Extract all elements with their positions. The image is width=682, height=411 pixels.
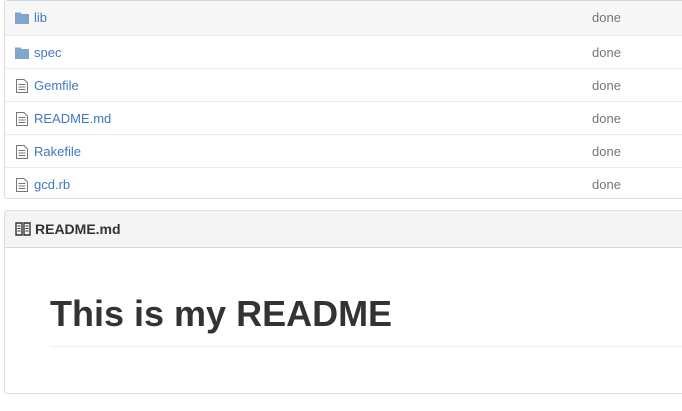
file-name-link[interactable]: gcd.rb bbox=[34, 176, 70, 193]
readme-title: README.md bbox=[35, 221, 121, 237]
file-status: done bbox=[592, 45, 621, 60]
file-name-link[interactable]: lib bbox=[34, 9, 47, 26]
file-row-rakefile[interactable]: Rakefile done bbox=[5, 134, 682, 167]
file-row-spec[interactable]: spec done bbox=[5, 35, 682, 68]
folder-icon bbox=[15, 12, 29, 24]
file-name-link[interactable]: Gemfile bbox=[34, 77, 79, 94]
file-name-link[interactable]: spec bbox=[34, 44, 61, 61]
file-icon bbox=[16, 178, 28, 192]
file-status: done bbox=[592, 144, 621, 159]
file-icon bbox=[16, 112, 28, 126]
file-row-lib[interactable]: lib done bbox=[5, 1, 682, 35]
readme-heading: This is my README bbox=[50, 293, 682, 347]
file-list: lib done spec done Gemfile done README.m… bbox=[4, 0, 682, 199]
file-row-readme[interactable]: README.md done bbox=[5, 101, 682, 134]
readme-panel: README.md This is my README bbox=[4, 210, 682, 394]
file-name-link[interactable]: Rakefile bbox=[34, 143, 81, 160]
file-status: done bbox=[592, 177, 621, 192]
folder-icon bbox=[15, 47, 29, 59]
file-icon bbox=[16, 79, 28, 93]
file-status: done bbox=[592, 10, 621, 25]
file-status: done bbox=[592, 78, 621, 93]
file-row-gemfile[interactable]: Gemfile done bbox=[5, 68, 682, 101]
file-icon bbox=[16, 145, 28, 159]
readme-content: This is my README bbox=[50, 293, 682, 347]
file-name-link[interactable]: README.md bbox=[34, 110, 111, 127]
book-icon bbox=[15, 222, 31, 236]
file-status: done bbox=[592, 111, 621, 126]
readme-header: README.md bbox=[5, 211, 682, 248]
file-row-gcd[interactable]: gcd.rb done bbox=[5, 167, 682, 198]
